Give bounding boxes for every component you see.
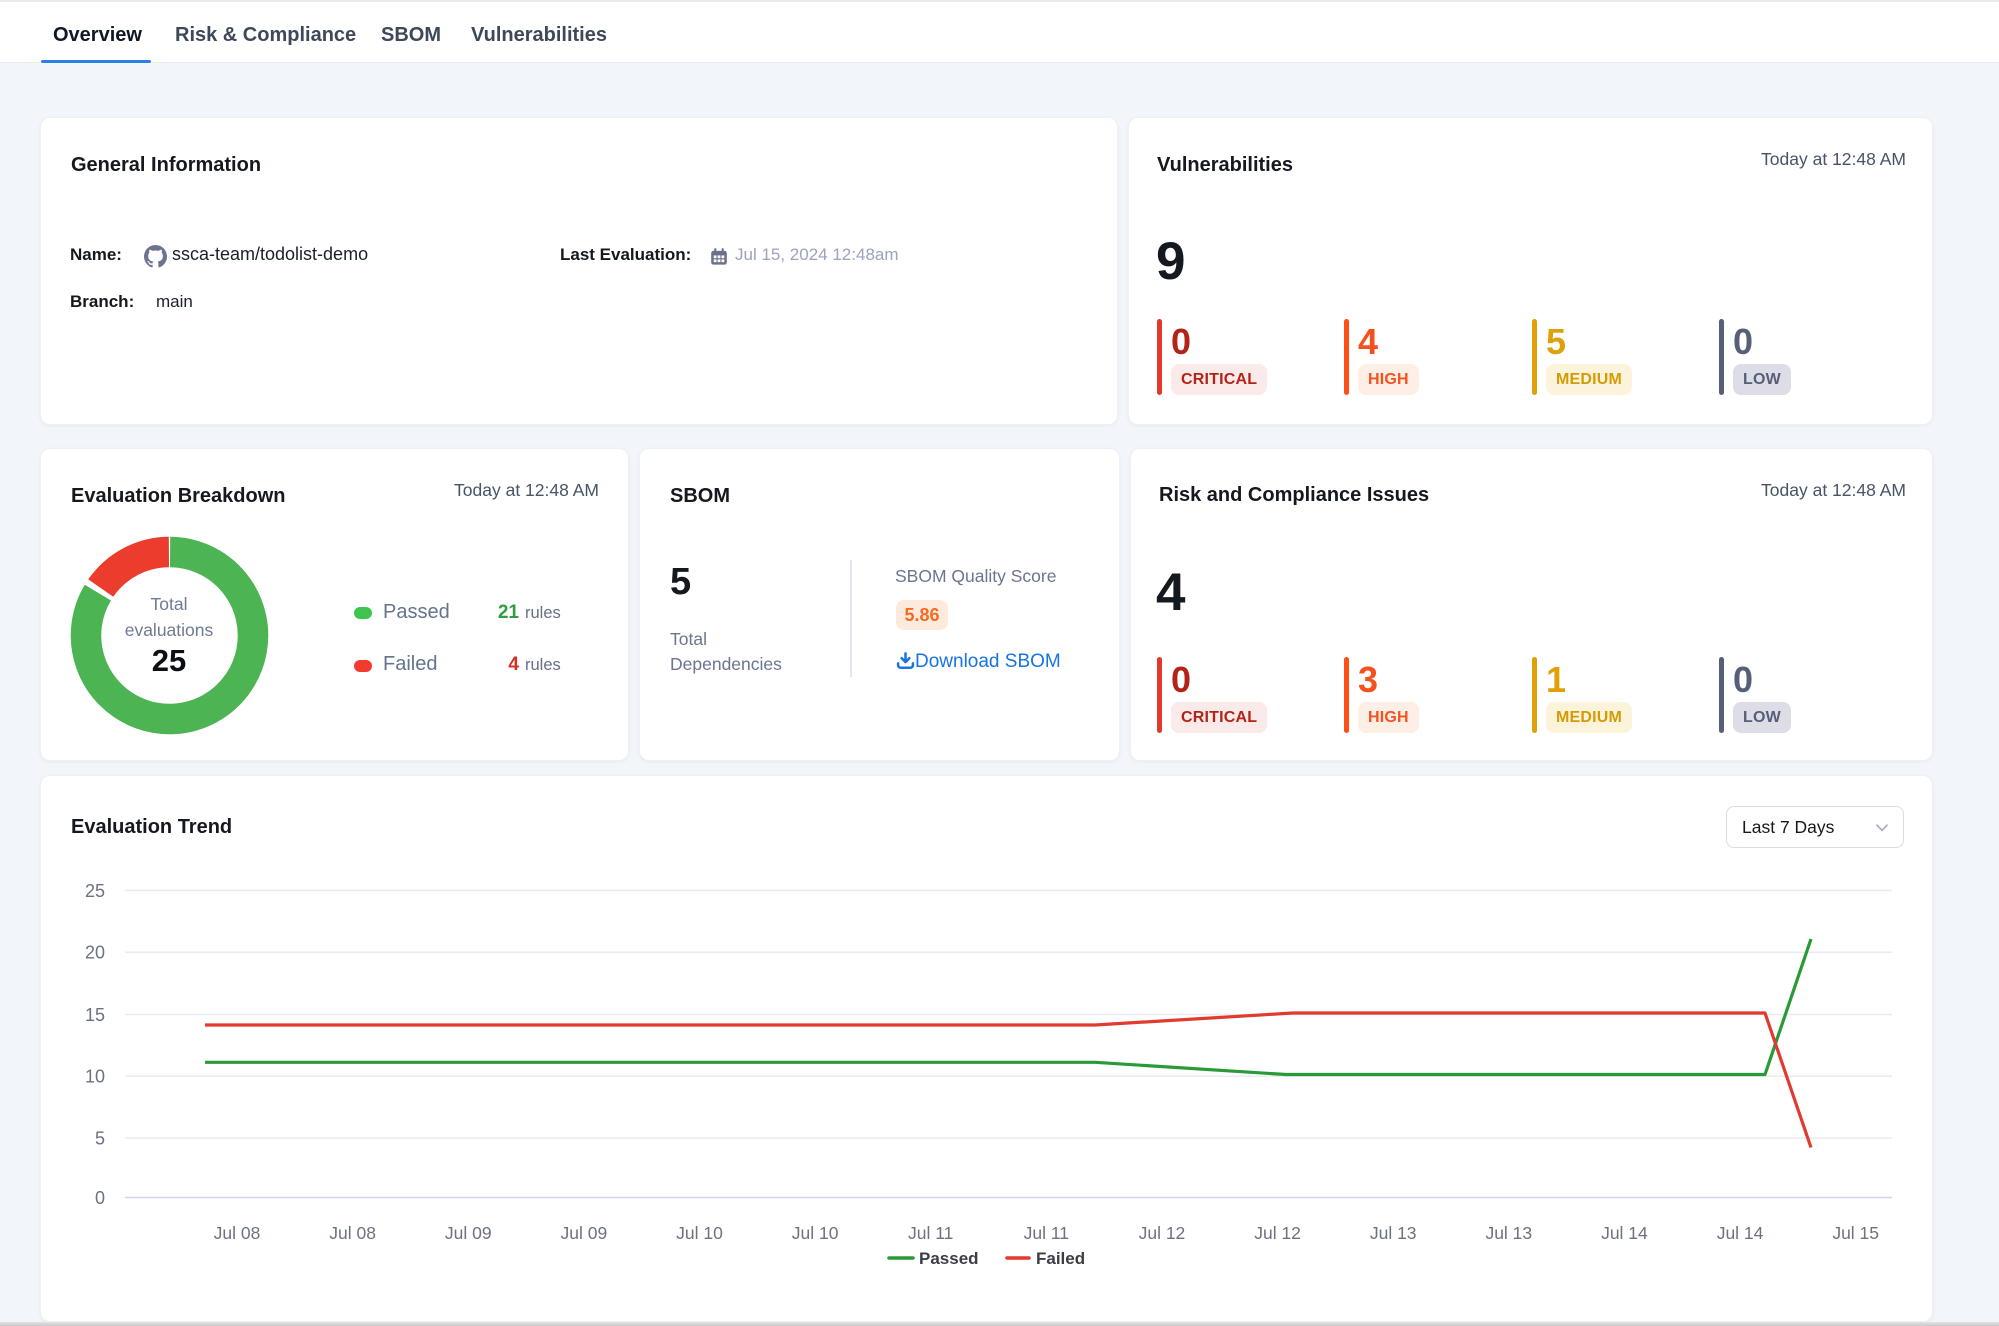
svg-text:10: 10 (85, 1067, 105, 1087)
svg-text:25: 25 (85, 881, 105, 901)
svg-text:Jul 12: Jul 12 (1254, 1223, 1301, 1243)
svg-text:Jul 15: Jul 15 (1832, 1223, 1879, 1243)
svg-text:Failed: Failed (1036, 1249, 1085, 1268)
svg-text:Jul 09: Jul 09 (561, 1223, 608, 1243)
svg-text:Passed: Passed (919, 1249, 979, 1268)
svg-text:Jul 09: Jul 09 (445, 1223, 492, 1243)
svg-text:Jul 13: Jul 13 (1370, 1223, 1417, 1243)
svg-text:Jul 08: Jul 08 (214, 1223, 261, 1243)
svg-text:15: 15 (85, 1005, 105, 1025)
svg-text:Jul 11: Jul 11 (908, 1223, 953, 1243)
svg-text:Jul 14: Jul 14 (1601, 1223, 1648, 1243)
svg-text:0: 0 (95, 1188, 105, 1208)
svg-text:Jul 13: Jul 13 (1485, 1223, 1532, 1243)
svg-text:Jul 08: Jul 08 (329, 1223, 376, 1243)
svg-text:Jul 10: Jul 10 (792, 1223, 839, 1243)
svg-text:Jul 10: Jul 10 (676, 1223, 723, 1243)
svg-text:5: 5 (95, 1129, 105, 1149)
svg-text:Jul 11: Jul 11 (1024, 1223, 1069, 1243)
svg-text:Jul 12: Jul 12 (1139, 1223, 1186, 1243)
svg-text:Jul 14: Jul 14 (1717, 1223, 1764, 1243)
svg-text:20: 20 (85, 943, 105, 963)
